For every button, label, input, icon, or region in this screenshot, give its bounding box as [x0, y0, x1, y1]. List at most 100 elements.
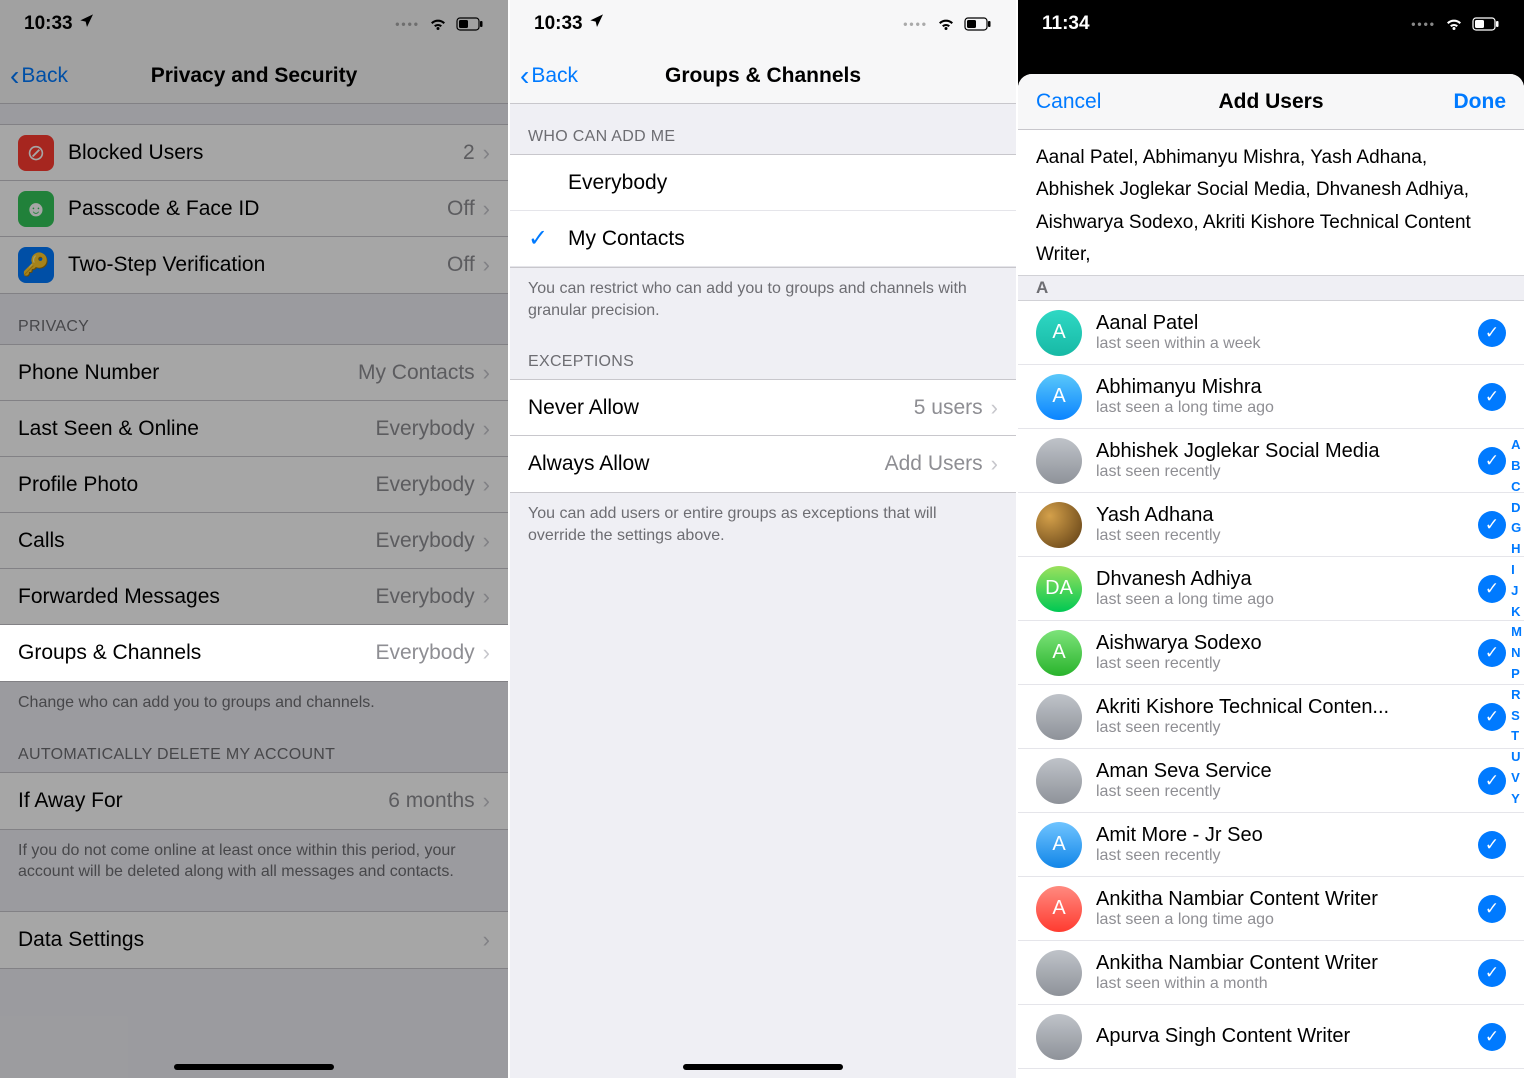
avatar: A [1036, 886, 1082, 932]
row-value: Off [447, 253, 475, 277]
index-letter[interactable]: P [1511, 664, 1522, 685]
row-label: Blocked Users [68, 141, 463, 165]
selected-token[interactable]: Abhishek Joglekar Social Media [1036, 179, 1316, 200]
privacy-row[interactable]: Profile Photo Everybody › [0, 457, 508, 513]
index-letter[interactable]: C [1511, 477, 1522, 498]
index-letter[interactable]: Y [1511, 789, 1522, 810]
cancel-button[interactable]: Cancel [1036, 90, 1101, 114]
cell-dots-icon: •••• [1411, 17, 1436, 31]
privacy-row[interactable]: Phone Number My Contacts › [0, 345, 508, 401]
auto-delete-footer: If you do not come online at least once … [0, 830, 508, 891]
index-letter[interactable]: U [1511, 747, 1522, 768]
index-letter[interactable]: V [1511, 768, 1522, 789]
contact-list[interactable]: A A Aanal Patel last seen within a week … [1018, 275, 1524, 1078]
home-indicator[interactable] [683, 1064, 843, 1070]
selected-tokens[interactable]: Aanal Patel Abhimanyu Mishra Yash Adhana… [1018, 130, 1524, 275]
home-indicator[interactable] [174, 1064, 334, 1070]
contact-name: Aishwarya Sodexo [1096, 632, 1478, 655]
status-time: 11:34 [1042, 13, 1090, 35]
privacy-row[interactable]: Forwarded Messages Everybody › [0, 569, 508, 625]
index-letter[interactable]: K [1511, 602, 1522, 623]
index-letter[interactable]: G [1511, 518, 1522, 539]
selected-token[interactable]: Yash Adhana [1310, 147, 1427, 168]
status-bar: 10:33 •••• [0, 0, 508, 48]
data-settings-row[interactable]: Data Settings › [0, 912, 508, 968]
contact-row[interactable]: Yash Adhana last seen recently ✓ [1018, 493, 1524, 557]
contact-row[interactable]: A Ankitha Nambiar Content Writer last se… [1018, 877, 1524, 941]
contact-row[interactable]: Aman Seva Service last seen recently ✓ [1018, 749, 1524, 813]
alphabet-index-bar[interactable]: ABCDGHIJKMNPRSTUVY [1511, 435, 1522, 809]
contact-row[interactable]: A Abhimanyu Mishra last seen a long time… [1018, 365, 1524, 429]
contact-row[interactable]: A Aishwarya Sodexo last seen recently ✓ [1018, 621, 1524, 685]
index-letter[interactable]: H [1511, 539, 1522, 560]
chevron-right-icon: › [483, 584, 490, 610]
if-away-row[interactable]: If Away For 6 months › [0, 773, 508, 829]
privacy-group: Phone Number My Contacts ›Last Seen & On… [0, 344, 508, 682]
who-can-add-footer: You can restrict who can add you to grou… [510, 268, 1016, 329]
contact-status: last seen a long time ago [1096, 911, 1478, 929]
nav-bar: ‹ Back Privacy and Security [0, 48, 508, 104]
selected-token[interactable]: Aishwarya Sodexo [1036, 212, 1203, 233]
privacy-row[interactable]: Groups & Channels Everybody › [0, 625, 508, 681]
phone-add-users: 11:34 •••• Cancel Add Users Done Aanal P… [1016, 0, 1524, 1078]
status-bar: 11:34 •••• [1018, 0, 1524, 48]
row-label: Profile Photo [18, 473, 375, 497]
back-button[interactable]: ‹ Back [520, 62, 578, 90]
battery-icon [1472, 17, 1500, 31]
phone-privacy-security: 10:33 •••• ‹ Back Privacy and Security ⊘… [0, 0, 508, 1078]
index-letter[interactable]: M [1511, 622, 1522, 643]
selected-token[interactable]: Dhvanesh Adhiya [1316, 179, 1469, 200]
who-option[interactable]: Everybody [510, 155, 1016, 211]
chevron-right-icon: › [483, 927, 490, 953]
chevron-right-icon: › [991, 451, 998, 477]
contact-status: last seen recently [1096, 847, 1478, 865]
index-letter[interactable]: D [1511, 498, 1522, 519]
row-value: Off [447, 197, 475, 221]
back-button[interactable]: ‹ Back [10, 62, 68, 90]
exception-row[interactable]: Never Allow 5 users › [510, 380, 1016, 436]
contact-status: last seen recently [1096, 783, 1478, 801]
security-row[interactable]: 🔑 Two-Step Verification Off › [0, 237, 508, 293]
who-option[interactable]: ✓ My Contacts [510, 211, 1016, 267]
index-letter[interactable]: B [1511, 456, 1522, 477]
row-value: Everybody [375, 417, 474, 441]
back-label: Back [21, 64, 68, 88]
privacy-row[interactable]: Last Seen & Online Everybody › [0, 401, 508, 457]
chevron-right-icon: › [483, 416, 490, 442]
index-letter[interactable]: T [1511, 726, 1522, 747]
exceptions-header: EXCEPTIONS [510, 329, 1016, 379]
index-letter[interactable]: R [1511, 685, 1522, 706]
done-button[interactable]: Done [1454, 90, 1507, 114]
privacy-row[interactable]: Calls Everybody › [0, 513, 508, 569]
row-label: Passcode & Face ID [68, 197, 447, 221]
contact-name: Abhimanyu Mishra [1096, 376, 1478, 399]
row-icon: ⊘ [18, 135, 54, 171]
avatar: A [1036, 630, 1082, 676]
chevron-right-icon: › [483, 640, 490, 666]
index-letter[interactable]: I [1511, 560, 1522, 581]
contact-row[interactable]: Akriti Kishore Technical Conten... last … [1018, 685, 1524, 749]
contact-row[interactable]: A Amit More - Jr Seo last seen recently … [1018, 813, 1524, 877]
contact-status: last seen a long time ago [1096, 399, 1478, 417]
checked-icon: ✓ [1478, 703, 1506, 731]
contact-row[interactable]: DA Dhvanesh Adhiya last seen a long time… [1018, 557, 1524, 621]
contact-row[interactable]: Abhishek Joglekar Social Media last seen… [1018, 429, 1524, 493]
contact-status: last seen recently [1096, 527, 1478, 545]
selected-token[interactable]: Aanal Patel [1036, 147, 1143, 168]
contact-row[interactable]: A Aanal Patel last seen within a week ✓ [1018, 301, 1524, 365]
index-letter[interactable]: A [1511, 435, 1522, 456]
selected-token[interactable]: Abhimanyu Mishra [1143, 147, 1311, 168]
chevron-left-icon: ‹ [520, 62, 529, 90]
index-letter[interactable]: N [1511, 643, 1522, 664]
exception-row[interactable]: Always Allow Add Users › [510, 436, 1016, 492]
avatar [1036, 950, 1082, 996]
security-row[interactable]: ⊘ Blocked Users 2 › [0, 125, 508, 181]
contact-row[interactable]: Ankitha Nambiar Content Writer last seen… [1018, 941, 1524, 1005]
if-away-value: 6 months [388, 789, 474, 813]
checked-icon: ✓ [1478, 447, 1506, 475]
contact-row[interactable]: Apurva Singh Content Writer ✓ [1018, 1005, 1524, 1069]
row-label: Two-Step Verification [68, 253, 447, 277]
security-row[interactable]: ☻ Passcode & Face ID Off › [0, 181, 508, 237]
index-letter[interactable]: J [1511, 581, 1522, 602]
index-letter[interactable]: S [1511, 706, 1522, 727]
